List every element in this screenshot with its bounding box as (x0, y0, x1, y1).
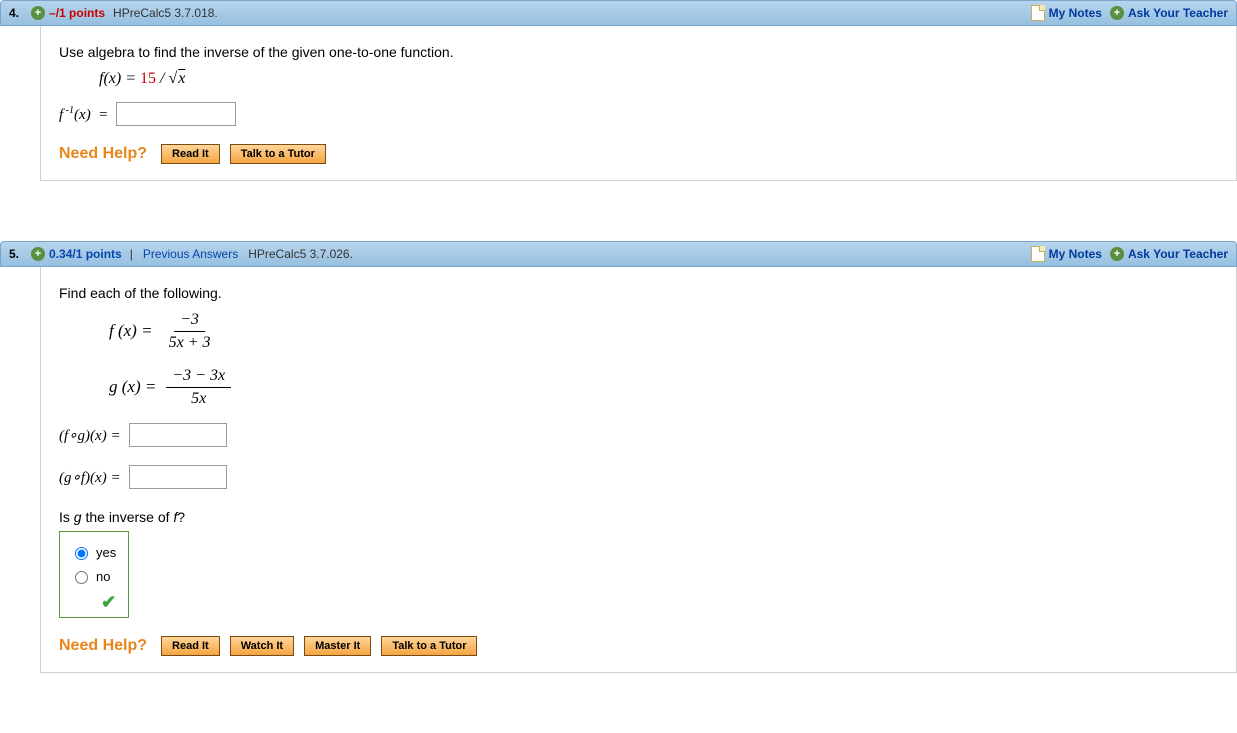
my-notes-link[interactable]: My Notes (1049, 6, 1102, 20)
question-number: 5. (9, 247, 19, 261)
radio-no-input[interactable] (75, 571, 88, 584)
question-5: 5. + 0.34/1 points | Previous Answers HP… (0, 241, 1237, 673)
points-label: –/1 points (49, 6, 105, 20)
talk-tutor-button[interactable]: Talk to a Tutor (230, 144, 326, 164)
points-label: 0.34/1 points (49, 247, 122, 261)
plus-icon[interactable]: + (1110, 247, 1124, 261)
question-4-header: 4. + –/1 points HPreCalc5 3.7.018. My No… (0, 0, 1237, 26)
question-id: HPreCalc5 3.7.018. (113, 6, 218, 20)
plus-icon[interactable]: + (31, 247, 45, 261)
need-help-label: Need Help? (59, 145, 147, 163)
inverse-question: Is g the inverse of f? yes no ✔ (59, 509, 1218, 618)
note-icon[interactable] (1031, 5, 1045, 21)
question-prompt: Use algebra to find the inverse of the g… (59, 44, 1218, 60)
fog-row: (f∘g)(x) = (59, 423, 1218, 447)
radio-no[interactable]: no (70, 568, 116, 584)
my-notes-link[interactable]: My Notes (1049, 247, 1102, 261)
question-prompt: Find each of the following. (59, 285, 1218, 301)
need-help-label: Need Help? (59, 637, 147, 655)
gof-row: (g∘f)(x) = (59, 465, 1218, 489)
plus-icon[interactable]: + (1110, 6, 1124, 20)
answer-input-fog[interactable] (129, 423, 227, 447)
question-4: 4. + –/1 points HPreCalc5 3.7.018. My No… (0, 0, 1237, 181)
need-help-row: Need Help? Read It Talk to a Tutor (59, 144, 1218, 164)
fog-label: (f∘g)(x) = (59, 426, 121, 445)
f-definition: f (x) = −3 5x + 3 g (x) = −3 − 3x 5x (109, 311, 1218, 407)
answer-label: f -1(x) = (59, 105, 108, 124)
radio-group: yes no ✔ (59, 531, 129, 618)
gof-label: (g∘f)(x) = (59, 468, 121, 487)
read-it-button[interactable]: Read It (161, 144, 220, 164)
ask-teacher-link[interactable]: Ask Your Teacher (1128, 247, 1228, 261)
question-5-header: 5. + 0.34/1 points | Previous Answers HP… (0, 241, 1237, 267)
question-5-body: Find each of the following. f (x) = −3 5… (40, 267, 1237, 673)
answer-row-finv: f -1(x) = (59, 102, 1218, 126)
question-id: HPreCalc5 3.7.026. (248, 247, 353, 261)
previous-answers-link[interactable]: Previous Answers (143, 247, 238, 261)
check-icon: ✔ (70, 592, 116, 613)
answer-input-finv[interactable] (116, 102, 236, 126)
note-icon[interactable] (1031, 246, 1045, 262)
ask-teacher-link[interactable]: Ask Your Teacher (1128, 6, 1228, 20)
answer-input-gof[interactable] (129, 465, 227, 489)
question-4-body: Use algebra to find the inverse of the g… (40, 26, 1237, 181)
fraction: −3 − 3x 5x (166, 367, 231, 407)
watch-it-button[interactable]: Watch It (230, 636, 294, 656)
talk-tutor-button[interactable]: Talk to a Tutor (381, 636, 477, 656)
fraction: −3 5x + 3 (163, 311, 217, 351)
read-it-button[interactable]: Read It (161, 636, 220, 656)
inverse-prompt: Is g the inverse of f? (59, 509, 1218, 525)
function-definition: f(x) = 15 / √x (99, 70, 1218, 88)
need-help-row: Need Help? Read It Watch It Master It Ta… (59, 636, 1218, 656)
radio-yes-input[interactable] (75, 547, 88, 560)
divider: | (130, 247, 133, 261)
g-definition: g (x) = −3 − 3x 5x (109, 367, 1218, 407)
master-it-button[interactable]: Master It (304, 636, 371, 656)
question-number: 4. (9, 6, 19, 20)
plus-icon[interactable]: + (31, 6, 45, 20)
radio-yes[interactable]: yes (70, 544, 116, 560)
